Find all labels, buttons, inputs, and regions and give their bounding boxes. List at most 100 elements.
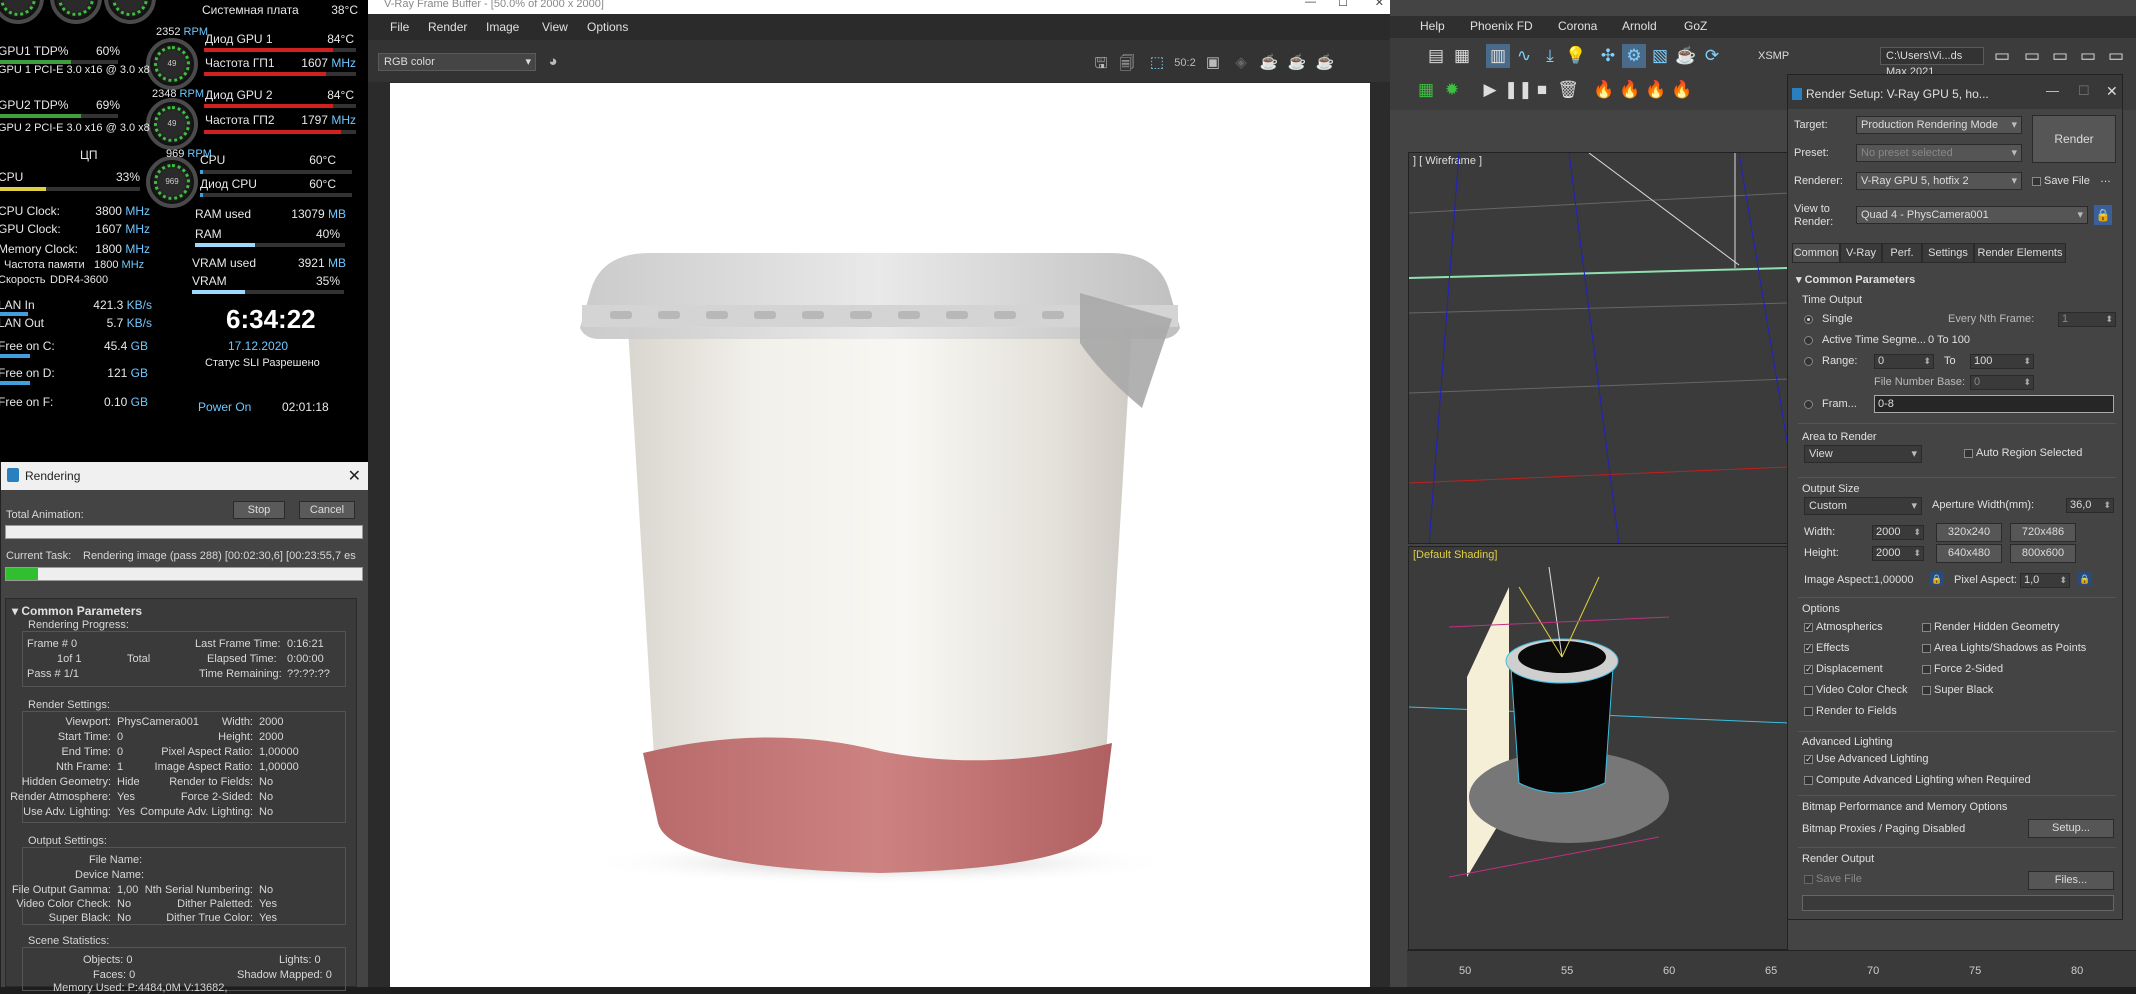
save-file-output-checkbox[interactable]: [1804, 875, 1813, 884]
every-nth-spinner[interactable]: 1: [2058, 312, 2116, 327]
view-to-render-select[interactable]: Quad 4 - PhysCamera001: [1856, 206, 2088, 224]
minimize-icon[interactable]: —: [2046, 83, 2059, 98]
preset-720x486-button[interactable]: 720x486: [2010, 523, 2076, 542]
tab-vray[interactable]: V-Ray: [1840, 243, 1882, 263]
option-checkbox[interactable]: [1922, 665, 1931, 674]
frames-input[interactable]: 0-8: [1874, 395, 2114, 413]
active-segment-radio[interactable]: [1804, 336, 1813, 345]
range-from-spinner[interactable]: 0: [1874, 354, 1934, 369]
bitmap-setup-button[interactable]: Setup...: [2028, 819, 2114, 838]
menu-view[interactable]: View: [542, 20, 568, 34]
interactive-render-icon[interactable]: ☕: [1314, 53, 1336, 73]
stop-button[interactable]: Stop: [233, 501, 285, 519]
lock-aspect-icon[interactable]: 🔒: [1930, 572, 1944, 586]
track-mouse-icon[interactable]: ◈: [1230, 53, 1252, 73]
project-folder-icon[interactable]: ▭: [1990, 44, 2014, 68]
option-checkbox[interactable]: ✓: [1804, 644, 1813, 653]
option-checkbox[interactable]: [1804, 707, 1813, 716]
aperture-spinner[interactable]: 36,0: [2066, 498, 2114, 513]
save-file-checkbox[interactable]: [2032, 177, 2041, 186]
close-icon[interactable]: ✕: [348, 466, 361, 486]
zoom-icon[interactable]: 50:2: [1174, 53, 1196, 73]
render-button[interactable]: Render: [2032, 115, 2116, 163]
menu-phoenix-fd[interactable]: Phoenix FD: [1470, 19, 1533, 33]
region-render-icon[interactable]: ⬚: [1146, 53, 1168, 73]
output-path-field[interactable]: [1802, 895, 2114, 911]
single-radio[interactable]: [1804, 315, 1813, 324]
timeline-ruler[interactable]: 50 55 60 65 70 75 80: [1407, 950, 2136, 987]
rendering-titlebar[interactable]: Rendering ✕: [1, 462, 369, 490]
tab-render-elements[interactable]: Render Elements: [1974, 243, 2066, 263]
schematic-icon[interactable]: ⤓: [1538, 44, 1562, 68]
project-icon[interactable]: ▭: [2076, 44, 2100, 68]
maximize-icon[interactable]: ☐: [2078, 83, 2090, 99]
open-project-icon[interactable]: ▭: [2020, 44, 2044, 68]
save-all-icon[interactable]: 🗐: [1116, 53, 1138, 73]
render-production-icon[interactable]: ☕: [1674, 44, 1698, 68]
save-image-icon[interactable]: 🖫: [1090, 53, 1112, 73]
menu-corona[interactable]: Corona: [1558, 19, 1597, 33]
close-icon[interactable]: ✕: [2106, 83, 2118, 100]
pause-icon[interactable]: ❚❚: [1504, 78, 1533, 102]
option-checkbox[interactable]: [1804, 686, 1813, 695]
grid-icon[interactable]: ▦: [1414, 78, 1438, 102]
ribbon-icon[interactable]: ▥: [1486, 44, 1510, 68]
area-to-render-select[interactable]: View: [1804, 445, 1922, 463]
target-select[interactable]: Production Rendering Mode: [1856, 116, 2022, 134]
render-setup-titlebar[interactable]: Render Setup: V-Ray GPU 5, ho... — ☐ ✕: [1788, 75, 2122, 109]
pixel-aspect-spinner[interactable]: 1,0: [2020, 573, 2070, 588]
width-spinner[interactable]: 2000: [1872, 525, 1924, 540]
minimize-icon[interactable]: —: [1305, 0, 1316, 8]
channel-select[interactable]: RGB color ▾: [378, 53, 536, 71]
menu-render[interactable]: Render: [428, 20, 467, 34]
phoenix-liquid-icon[interactable]: 🔥: [1644, 78, 1668, 102]
preset-640x480-button[interactable]: 640x480: [1936, 544, 2002, 563]
scene-explorer-icon[interactable]: ▦: [1450, 44, 1474, 68]
range-to-spinner[interactable]: 100: [1970, 354, 2034, 369]
option-checkbox[interactable]: ✓: [1804, 623, 1813, 632]
common-parameters-header[interactable]: ▾ Common Parameters: [1796, 273, 1915, 286]
phoenix-fire-icon[interactable]: 🔥: [1592, 78, 1616, 102]
render-teapot-icon[interactable]: ☕: [1258, 53, 1280, 73]
frames-radio[interactable]: [1804, 400, 1813, 409]
compute-adv-checkbox[interactable]: [1804, 776, 1813, 785]
close-icon[interactable]: ✕: [1375, 0, 1384, 9]
option-checkbox[interactable]: [1922, 686, 1931, 695]
project-path-select[interactable]: C:\Users\Vi...ds Max 2021: [1880, 47, 1984, 78]
curve-editor-icon[interactable]: ∿: [1512, 44, 1536, 68]
menu-arnold[interactable]: Arnold: [1622, 19, 1657, 33]
frame-icon[interactable]: ▣: [1202, 53, 1224, 73]
vfb-titlebar[interactable]: V-Ray Frame Buffer - [50.0% of 2000 x 20…: [368, 0, 1390, 14]
phoenix-smoke-icon[interactable]: 🔥: [1618, 78, 1642, 102]
file-number-base-spinner[interactable]: 0: [1970, 375, 2034, 390]
renderer-select[interactable]: V-Ray GPU 5, hotfix 2: [1856, 172, 2022, 190]
phoenix-ocean-icon[interactable]: 🔥: [1670, 78, 1694, 102]
menu-help[interactable]: Help: [1420, 19, 1445, 33]
save-project-icon[interactable]: ▭: [2048, 44, 2072, 68]
cancel-button[interactable]: Cancel: [299, 501, 355, 519]
menu-image[interactable]: Image: [486, 20, 519, 34]
tab-settings[interactable]: Settings: [1922, 243, 1974, 263]
option-checkbox[interactable]: [1922, 644, 1931, 653]
rendered-frame-window-icon[interactable]: ▧: [1648, 44, 1672, 68]
files-button[interactable]: Files...: [2028, 871, 2114, 890]
option-checkbox[interactable]: ✓: [1804, 665, 1813, 674]
layer-explorer-icon[interactable]: ▤: [1424, 44, 1448, 68]
output-size-select[interactable]: Custom: [1804, 497, 1922, 515]
project-settings-icon[interactable]: ▭: [2104, 44, 2128, 68]
menu-goz[interactable]: GoZ: [1684, 19, 1707, 33]
preset-800x600-button[interactable]: 800x600: [2010, 544, 2076, 563]
stop-icon[interactable]: ■: [1530, 78, 1554, 102]
range-radio[interactable]: [1804, 357, 1813, 366]
color-picker-icon[interactable]: ◕: [542, 53, 564, 73]
render-setup-icon[interactable]: ✣: [1596, 44, 1620, 68]
preset-select[interactable]: No preset selected: [1856, 144, 2022, 162]
play-icon[interactable]: ▶: [1478, 78, 1502, 102]
more-icon[interactable]: …: [2100, 173, 2111, 185]
light-icon[interactable]: 💡: [1564, 44, 1588, 68]
menu-options[interactable]: Options: [587, 20, 628, 34]
stop-render-icon[interactable]: ☕: [1286, 53, 1308, 73]
viewport-perspective[interactable]: [Default Shading]: [1408, 546, 1788, 950]
viewport-top-wireframe[interactable]: ] [ Wireframe ]: [1408, 152, 1788, 544]
lock-icon[interactable]: 🔒: [2094, 205, 2112, 225]
